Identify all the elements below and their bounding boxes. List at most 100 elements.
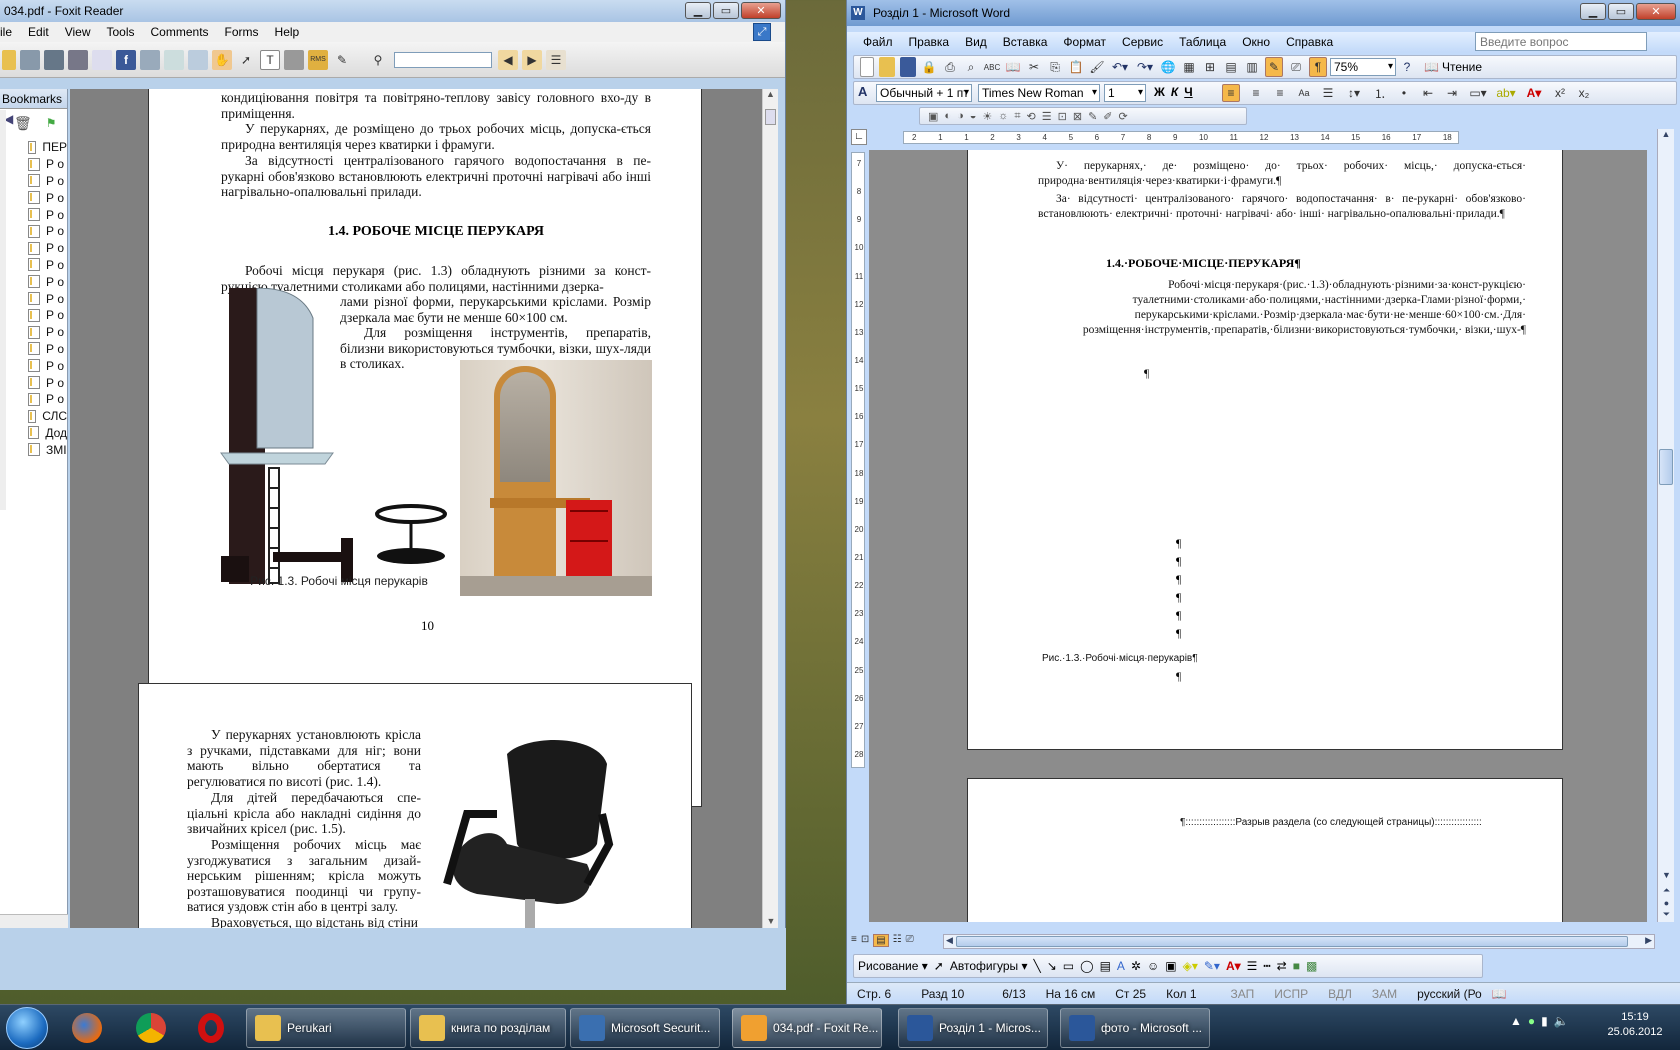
outline-view-icon[interactable]: ☷	[893, 934, 902, 947]
taskbar-item-book[interactable]: книга по розділам	[410, 1008, 566, 1048]
help-icon[interactable]: ?	[1399, 57, 1415, 77]
insert-picture-icon[interactable]: ▣	[928, 110, 938, 123]
show-hide-icon[interactable]: ¶	[1309, 57, 1327, 77]
facebook-icon[interactable]: f	[116, 49, 136, 70]
cut-icon[interactable]: ✂	[1026, 57, 1042, 77]
paste-icon[interactable]: 📋	[1068, 57, 1084, 77]
layers-icon[interactable]	[188, 49, 208, 70]
tables-borders-icon[interactable]: ▦	[1181, 57, 1197, 77]
rectangle-icon[interactable]: ▭	[1063, 959, 1074, 973]
save-as-icon[interactable]	[44, 49, 64, 70]
clipart-icon[interactable]: ☺	[1147, 959, 1159, 973]
word-menu-table[interactable]: Таблица	[1171, 35, 1234, 49]
status-rec[interactable]: ЗАП	[1207, 987, 1265, 1001]
text-select-icon[interactable]: T	[260, 49, 280, 70]
hyperlink-icon[interactable]: 🌐	[1160, 57, 1176, 77]
word-menu-edit[interactable]: Правка	[901, 35, 958, 49]
less-contrast-icon[interactable]: ◒	[970, 110, 977, 122]
taskbar-item-foxit[interactable]: 034.pdf - Foxit Re...	[732, 1008, 882, 1048]
superscript-icon[interactable]: x²	[1552, 84, 1568, 102]
arrow-style-icon[interactable]: ⇄	[1277, 959, 1287, 973]
insert-table-icon[interactable]: ⊞	[1202, 57, 1218, 77]
bullets-icon[interactable]: •	[1396, 84, 1412, 102]
status-trk[interactable]: ИСПР	[1264, 987, 1318, 1001]
select-arrow-icon[interactable]: ➚	[236, 50, 256, 70]
menu-comments[interactable]: Comments	[143, 25, 217, 39]
dash-style-icon[interactable]: ┅	[1263, 959, 1270, 973]
word-menu-insert[interactable]: Вставка	[995, 35, 1056, 49]
3d-icon[interactable]: ▩	[1306, 959, 1317, 973]
bookmark-item[interactable]: Р о	[28, 257, 67, 274]
status-ext[interactable]: ВДЛ	[1318, 987, 1362, 1001]
add-bookmark-icon[interactable]: ⚑	[46, 116, 57, 130]
menu-tools[interactable]: Tools	[99, 25, 143, 39]
bookmarks-hscroll[interactable]	[0, 914, 68, 928]
font-combo[interactable]: Times New Roman	[978, 84, 1100, 102]
word-menu-view[interactable]: Вид	[957, 35, 995, 49]
open-folder-icon[interactable]	[879, 57, 895, 77]
tray-arrow-icon[interactable]: ▲	[1510, 1014, 1522, 1028]
snapshot-icon[interactable]	[284, 49, 304, 70]
tray-app-icon[interactable]: ●	[1528, 1014, 1535, 1028]
bookmark-item[interactable]: Р о	[28, 307, 67, 324]
more-brightness-icon[interactable]: ☀	[982, 110, 992, 123]
insert-excel-icon[interactable]: ▤	[1223, 57, 1239, 77]
bookmark-item[interactable]: Р о	[28, 273, 67, 290]
oval-icon[interactable]: ◯	[1080, 959, 1093, 973]
options-icon[interactable]: ☰	[546, 49, 566, 70]
firefox-icon[interactable]	[72, 1013, 102, 1043]
bookmark-item[interactable]: Р о	[28, 156, 67, 173]
rms-icon[interactable]: RMS	[308, 49, 328, 70]
next-result-icon[interactable]: ▶	[522, 49, 542, 70]
save-icon[interactable]	[900, 57, 916, 77]
redo-icon[interactable]: ↷▾	[1135, 57, 1155, 77]
highlight-icon[interactable]: ab▾	[1496, 84, 1516, 102]
word-menu-format[interactable]: Формат	[1055, 35, 1114, 49]
print-icon[interactable]	[68, 49, 88, 70]
sign-icon[interactable]: ✎	[332, 50, 352, 70]
screen-icon[interactable]	[140, 49, 160, 70]
help-question-input[interactable]	[1475, 32, 1647, 51]
columns-icon[interactable]: ▥	[1244, 57, 1260, 77]
word-hscroll-thumb[interactable]	[956, 936, 1628, 947]
word-scroll-thumb[interactable]	[1659, 449, 1673, 485]
subscript-icon[interactable]: x₂	[1576, 84, 1592, 102]
borders-icon[interactable]: ▭▾	[1468, 84, 1488, 102]
word-menu-file[interactable]: Файл	[855, 35, 901, 49]
font-color-icon[interactable]: A▾	[1524, 84, 1544, 102]
less-brightness-icon[interactable]: ☼	[998, 110, 1008, 122]
chrome-icon[interactable]	[136, 1013, 166, 1043]
underline-icon[interactable]: Ч	[1184, 85, 1192, 99]
bookmark-item[interactable]: Р о	[28, 324, 67, 341]
crop-icon[interactable]: ⌗	[1014, 110, 1020, 123]
search-input[interactable]	[394, 51, 492, 68]
zoom-combo[interactable]: 75% ▾	[1330, 58, 1396, 76]
increase-indent-icon[interactable]: ⇥	[1444, 84, 1460, 102]
fill-color-icon[interactable]: ◈▾	[1183, 959, 1198, 973]
browse-object-icon[interactable]: ●	[1658, 898, 1675, 908]
menu-help[interactable]: Help	[267, 25, 308, 39]
foxit-scroll-thumb[interactable]	[765, 109, 776, 125]
bookmark-item[interactable]: СЛС	[28, 408, 67, 425]
taskbar-item-security[interactable]: Microsoft Securit...	[570, 1008, 720, 1048]
word-close-button[interactable]: ✕	[1636, 3, 1676, 20]
line-color-icon[interactable]: ✎▾	[1204, 959, 1220, 973]
menu-file[interactable]: ile	[0, 25, 20, 39]
copy-icon[interactable]: ⎘	[1047, 57, 1063, 77]
drawing-font-color-icon[interactable]: A▾	[1226, 959, 1241, 973]
reading-view-icon[interactable]: ⎚	[906, 934, 914, 947]
word-menu-service[interactable]: Сервис	[1114, 35, 1171, 49]
undo-icon[interactable]: ↶▾	[1110, 57, 1130, 77]
spelling-icon[interactable]: ABC	[984, 57, 1000, 77]
hand-icon[interactable]: ✋	[212, 49, 232, 70]
permission-icon[interactable]: 🔒	[921, 57, 937, 77]
align-left-icon[interactable]: ≡	[1222, 84, 1240, 102]
justify-icon[interactable]: ☰	[1320, 84, 1336, 102]
shadow-icon[interactable]: ■	[1293, 959, 1300, 973]
arrow-icon[interactable]: ↘	[1047, 959, 1057, 973]
menu-edit[interactable]: Edit	[20, 25, 57, 39]
reset-picture-icon[interactable]: ⟳	[1119, 110, 1128, 123]
size-combo[interactable]: 1	[1104, 84, 1146, 102]
drawing-menu[interactable]: Рисование ▾	[858, 959, 928, 973]
word-menu-help[interactable]: Справка	[1278, 35, 1341, 49]
